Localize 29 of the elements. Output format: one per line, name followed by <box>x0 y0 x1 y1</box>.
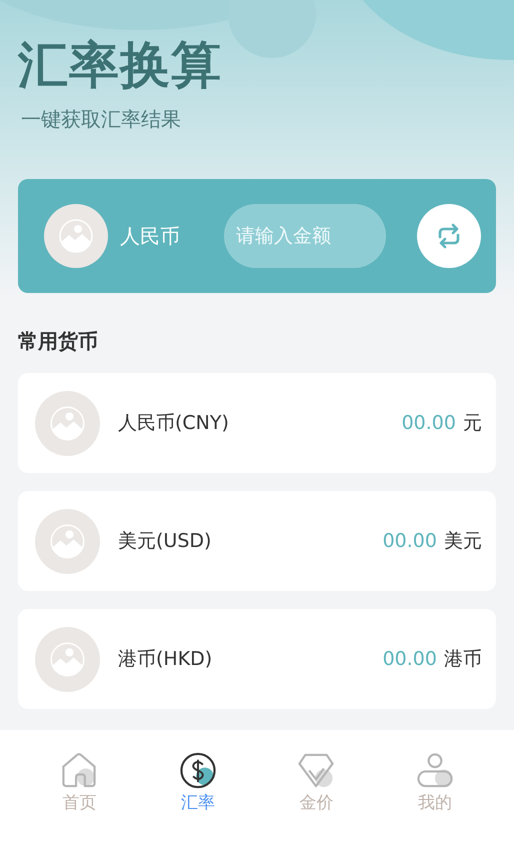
image-placeholder-icon <box>44 204 108 268</box>
tab[interactable]: 我的 <box>400 752 470 814</box>
amount-field[interactable]: 请输入金额 <box>224 204 386 268</box>
image-placeholder-icon <box>35 626 100 692</box>
tab[interactable]: 汇率 <box>162 752 233 814</box>
currency-label[interactable]: 人民币 <box>120 222 224 250</box>
currency-row[interactable]: 人民币(CNY) 00.00 元 <box>18 373 496 473</box>
currency-name: 人民币(CNY) <box>118 411 229 436</box>
diamond-icon <box>297 752 336 789</box>
currency-amount: 00.00 <box>382 530 437 552</box>
currency-amount: 00.00 <box>402 412 456 434</box>
currency-row[interactable]: 美元(USD) 00.00 美元 <box>18 491 496 591</box>
tab[interactable]: 金价 <box>281 752 352 814</box>
tab[interactable]: 首页 <box>44 752 114 814</box>
user-icon <box>416 752 454 789</box>
currency-amount: 00.00 <box>382 648 437 670</box>
home-icon <box>60 752 98 789</box>
currency-name: 港币(HKD) <box>118 647 212 672</box>
image-placeholder-icon <box>35 390 100 456</box>
currency-unit: 元 <box>463 411 482 436</box>
dollar-icon <box>178 752 217 789</box>
section-title: 常用货币 <box>18 328 99 355</box>
currency-unit: 港币 <box>444 647 482 672</box>
currency-name: 美元(USD) <box>118 529 212 554</box>
currency-unit: 美元 <box>444 529 482 554</box>
image-placeholder-icon <box>35 508 100 574</box>
page-title: 汇率换算 <box>18 35 223 96</box>
page-subtitle: 一键获取汇率结果 <box>21 106 182 133</box>
currency-row[interactable]: 港币(HKD) 00.00 港币 <box>18 609 496 709</box>
